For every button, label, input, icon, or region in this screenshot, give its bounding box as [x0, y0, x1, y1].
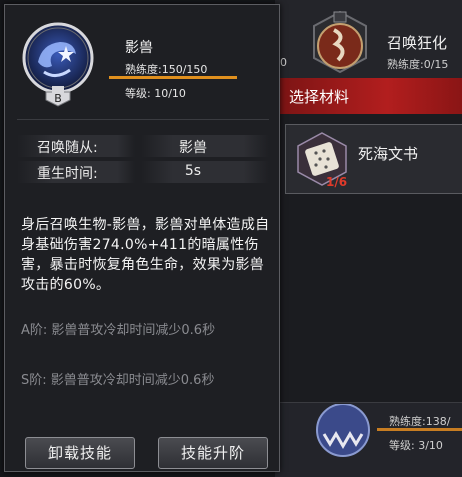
- stat-row-summon: 召唤随从: 影兽: [17, 135, 269, 157]
- beast-skill-icon: [316, 404, 370, 457]
- material-item[interactable]: 1/6 死海文书: [285, 124, 462, 194]
- skill-name: 影兽: [125, 40, 153, 56]
- tier-a-effect: A阶: 影兽普攻冷却时间减少0.6秒: [21, 323, 216, 338]
- skill-card-bottom-level: 等级: 3/10: [389, 439, 443, 452]
- select-material-title: 选择材料: [289, 88, 350, 106]
- skill-detail-popup: B 影兽 熟练度:150/150 等级: 10/10 召唤随从: 影兽 重生时间…: [4, 4, 280, 472]
- skill-description: 身后召唤生物-影兽，影兽对单体造成自身基础伤害274.0%+411的暗属性伤害，…: [21, 217, 270, 293]
- proficiency-label: 熟练度:150/150: [125, 63, 208, 76]
- proficiency-bar: [109, 76, 237, 79]
- level-label: 等级: 10/10: [125, 87, 186, 100]
- stat-value: 影兽: [179, 140, 207, 156]
- stat-value: 5s: [184, 163, 202, 179]
- stat-label: 重生时间:: [37, 166, 98, 182]
- skill-card-top-proficiency: 熟练度:0/15: [387, 58, 449, 71]
- tier-s-effect: S阶: 影兽普攻冷却时间减少0.6秒: [21, 373, 215, 388]
- berserk-skill-icon: [313, 10, 367, 74]
- skill-card-top-name: 召唤狂化: [387, 34, 448, 52]
- select-material-header: 选择材料: [275, 78, 462, 114]
- material-count: 1/6: [326, 175, 348, 189]
- skill-card-bottom-progress: [377, 428, 462, 431]
- header-divider: [17, 119, 269, 120]
- skill-grade-letter: B: [54, 92, 62, 105]
- skill-card-top-value: 0: [280, 56, 287, 69]
- upgrade-skill-button[interactable]: 技能升阶: [158, 437, 268, 469]
- shadow-beast-skill-icon: B: [22, 22, 94, 107]
- stat-row-respawn: 重生时间: 5s: [17, 161, 269, 183]
- material-name: 死海文书: [358, 145, 419, 163]
- unload-skill-button[interactable]: 卸载技能: [25, 437, 135, 469]
- stat-label: 召唤随从:: [37, 140, 98, 156]
- popup-header: B 影兽 熟练度:150/150 等级: 10/10: [5, 5, 279, 120]
- skill-card-bottom-proficiency: 熟练度:138/: [389, 415, 451, 428]
